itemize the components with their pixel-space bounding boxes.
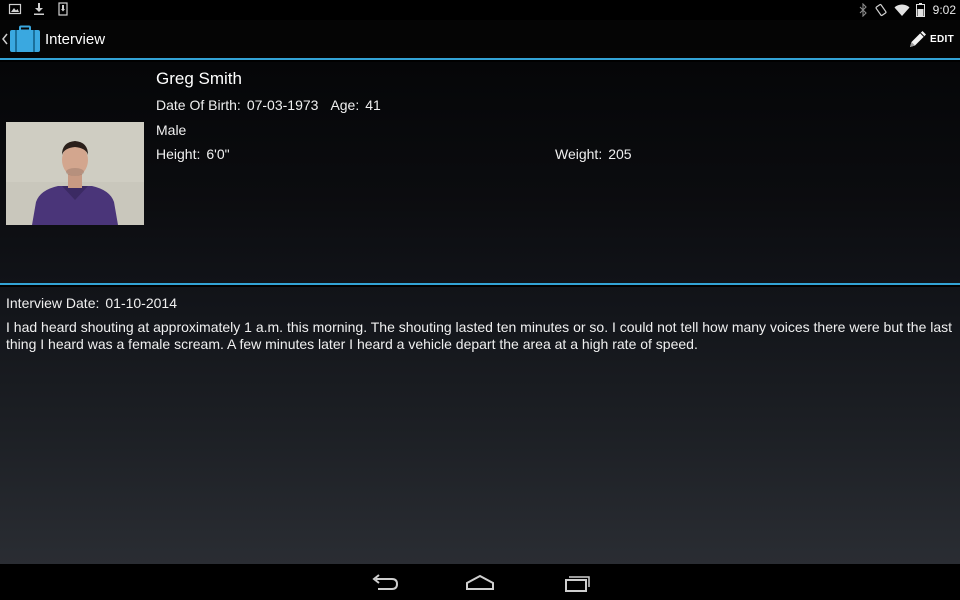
briefcase-icon	[10, 25, 40, 52]
wifi-icon	[894, 4, 910, 16]
interview-date-row: Interview Date: 01-10-2014	[6, 295, 177, 311]
edit-label: EDIT	[930, 33, 954, 45]
up-navigation-button[interactable]: Interview	[0, 20, 105, 58]
height-row: Height: 6'0"	[156, 146, 230, 162]
person-name: Greg Smith	[156, 69, 242, 88]
back-icon	[372, 574, 399, 590]
bluetooth-icon	[859, 3, 867, 17]
profile-section: Greg Smith Date Of Birth: 07-03-1973 Age: 4…	[0, 62, 960, 285]
download-icon	[34, 3, 44, 15]
chevron-left-icon	[2, 33, 8, 45]
height-value: 6'0"	[206, 146, 230, 162]
image-icon	[8, 3, 22, 15]
age-value: 41	[365, 97, 381, 113]
home-button[interactable]	[462, 572, 498, 594]
action-bar: Interview EDIT	[0, 20, 960, 60]
interview-statement: I had heard shouting at approximately 1 …	[6, 319, 953, 352]
dob-row: Date Of Birth: 07-03-1973 Age: 41	[156, 97, 381, 113]
recent-apps-icon	[565, 576, 590, 592]
weight-value: 205	[608, 146, 632, 162]
clock: 9:02	[932, 3, 956, 17]
interview-date-value: 01-10-2014	[105, 295, 177, 311]
page-title: Interview	[45, 30, 106, 48]
recent-apps-button[interactable]	[558, 572, 594, 594]
interview-section: Interview Date: 01-10-2014 I had heard sh…	[0, 287, 960, 564]
dob-value: 07-03-1973	[246, 97, 319, 113]
weight-row: Weight: 205	[555, 146, 632, 162]
age-label: Age:	[330, 97, 360, 113]
rotate-icon	[875, 3, 887, 17]
sd-card-icon	[58, 2, 68, 16]
home-icon	[466, 574, 494, 590]
person-photo-image	[6, 122, 144, 225]
height-label: Height:	[156, 146, 201, 162]
dob-label: Date Of Birth:	[156, 97, 241, 113]
weight-label: Weight:	[555, 146, 603, 162]
interview-date-label: Interview Date:	[6, 295, 100, 311]
notification-icons	[8, 2, 70, 16]
gender-value: Male	[156, 122, 187, 138]
battery-icon	[915, 3, 925, 17]
status-bar: 9:02	[0, 0, 960, 20]
back-button[interactable]	[366, 572, 402, 594]
edit-button[interactable]: EDIT	[908, 29, 954, 49]
profile-photo	[6, 122, 144, 225]
pencil-icon	[910, 31, 927, 47]
system-icons: 9:02	[858, 1, 956, 19]
navigation-bar	[0, 564, 960, 600]
